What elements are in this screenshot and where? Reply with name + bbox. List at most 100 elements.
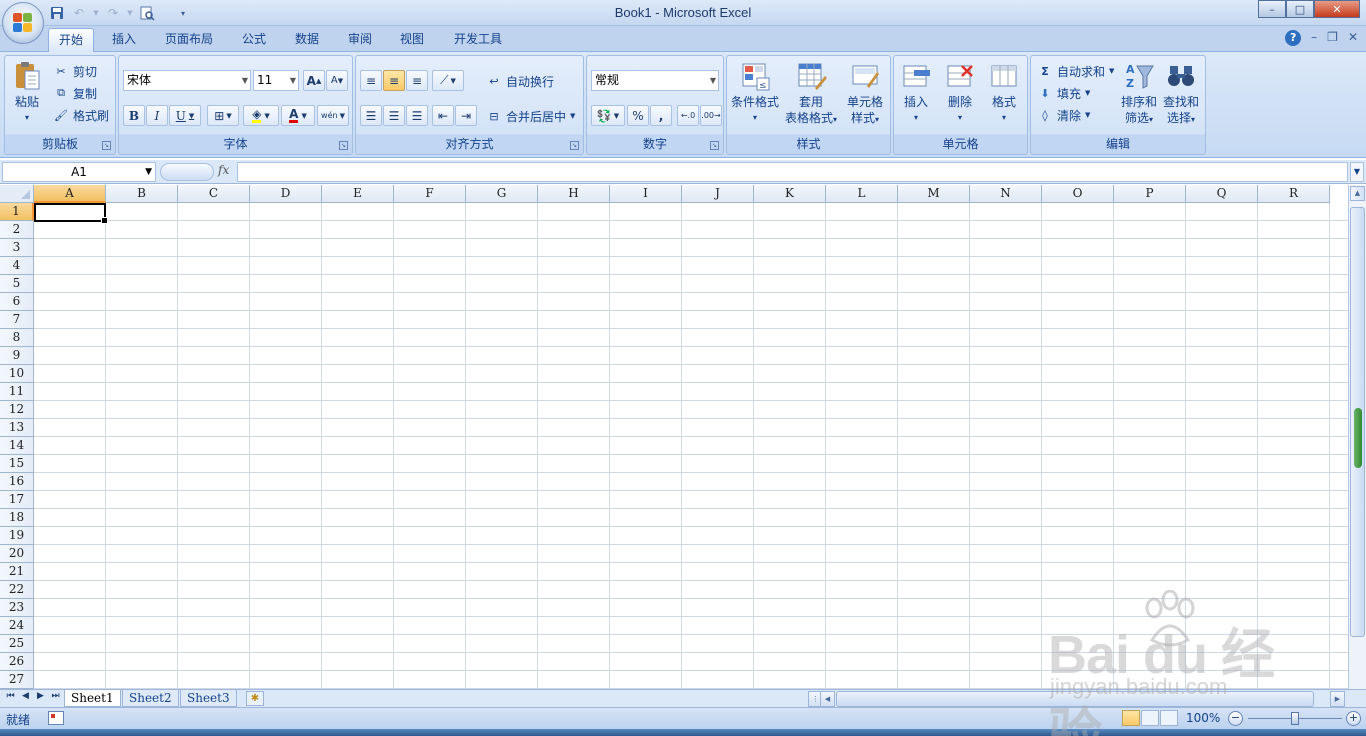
- row-header-3[interactable]: 3: [0, 239, 34, 257]
- sheet-tab-2[interactable]: Sheet2: [122, 690, 179, 707]
- page-break-view-button[interactable]: [1160, 710, 1178, 726]
- insert-function-button[interactable]: fx: [218, 163, 229, 177]
- office-button[interactable]: [2, 2, 44, 44]
- column-header-i[interactable]: I: [610, 185, 682, 203]
- italic-button[interactable]: I: [146, 105, 168, 126]
- bold-button[interactable]: B: [123, 105, 145, 126]
- maximize-button[interactable]: □: [1286, 0, 1314, 18]
- name-box[interactable]: A1 ▼: [2, 162, 156, 182]
- row-header-24[interactable]: 24: [0, 617, 34, 635]
- column-header-d[interactable]: D: [250, 185, 322, 203]
- row-header-25[interactable]: 25: [0, 635, 34, 653]
- font-launcher-icon[interactable]: ↘: [339, 141, 348, 150]
- phonetic-button[interactable]: wén ▼: [317, 105, 349, 126]
- insert-cells-button[interactable]: 插入 ▾: [900, 60, 932, 126]
- horizontal-scroll-thumb[interactable]: [836, 691, 1314, 707]
- clipboard-launcher-icon[interactable]: ↘: [102, 141, 111, 150]
- grow-font-button[interactable]: A ▲: [303, 70, 325, 91]
- column-header-m[interactable]: M: [898, 185, 970, 203]
- normal-view-button[interactable]: [1122, 710, 1140, 726]
- alignment-launcher-icon[interactable]: ↘: [570, 141, 579, 150]
- borders-button[interactable]: ⊞ ▼: [207, 105, 239, 126]
- format-painter-button[interactable]: 🖌 格式刷: [53, 105, 109, 125]
- column-header-r[interactable]: R: [1258, 185, 1330, 203]
- align-middle-button[interactable]: ≡: [383, 70, 405, 91]
- first-sheet-icon[interactable]: ⏮: [4, 691, 17, 701]
- row-header-1[interactable]: 1: [0, 203, 34, 221]
- row-header-8[interactable]: 8: [0, 329, 34, 347]
- fill-color-button[interactable]: ◈ ▼: [243, 105, 279, 126]
- autosum-button[interactable]: Σ 自动求和 ▼: [1037, 61, 1114, 81]
- font-name-combo[interactable]: 宋体 ▼: [123, 70, 251, 91]
- minimize-button[interactable]: –: [1258, 0, 1286, 18]
- zoom-out-icon[interactable]: −: [1228, 711, 1243, 726]
- zoom-in-icon[interactable]: +: [1346, 711, 1361, 726]
- column-header-g[interactable]: G: [466, 185, 538, 203]
- tab-data[interactable]: 数据: [285, 28, 329, 52]
- cell-styles-button[interactable]: 单元格 样式▾: [847, 60, 883, 128]
- row-header-16[interactable]: 16: [0, 473, 34, 491]
- column-header-c[interactable]: C: [178, 185, 250, 203]
- close-button[interactable]: ✕: [1314, 0, 1360, 18]
- conditional-format-button[interactable]: ≤ 条件格式 ▾: [731, 60, 779, 126]
- sort-filter-button[interactable]: AZ 排序和 筛选▾: [1121, 60, 1157, 128]
- row-header-11[interactable]: 11: [0, 383, 34, 401]
- wrap-text-button[interactable]: ↩ 自动换行: [486, 71, 554, 91]
- increase-indent-button[interactable]: ⇥: [455, 105, 477, 126]
- row-header-21[interactable]: 21: [0, 563, 34, 581]
- orientation-button[interactable]: ⟋ ▼: [432, 70, 464, 91]
- row-header-18[interactable]: 18: [0, 509, 34, 527]
- row-header-22[interactable]: 22: [0, 581, 34, 599]
- row-header-20[interactable]: 20: [0, 545, 34, 563]
- column-header-h[interactable]: H: [538, 185, 610, 203]
- column-header-o[interactable]: O: [1042, 185, 1114, 203]
- column-header-k[interactable]: K: [754, 185, 826, 203]
- prev-sheet-icon[interactable]: ◀: [19, 691, 32, 701]
- row-header-13[interactable]: 13: [0, 419, 34, 437]
- active-cell-a1[interactable]: [34, 203, 108, 224]
- tab-developer[interactable]: 开发工具: [444, 28, 512, 52]
- paste-button[interactable]: 粘贴 ▾: [11, 60, 43, 126]
- font-color-button[interactable]: A ▼: [281, 105, 315, 126]
- column-header-l[interactable]: L: [826, 185, 898, 203]
- sheet-tab-1[interactable]: Sheet1: [64, 690, 121, 707]
- number-format-combo[interactable]: 常规 ▼: [591, 70, 719, 91]
- scroll-up-icon[interactable]: ▲: [1350, 186, 1365, 201]
- tab-view[interactable]: 视图: [390, 28, 434, 52]
- align-left-button[interactable]: ☰: [360, 105, 382, 126]
- column-header-a[interactable]: A: [34, 185, 106, 203]
- row-header-12[interactable]: 12: [0, 401, 34, 419]
- column-header-q[interactable]: Q: [1186, 185, 1258, 203]
- row-header-9[interactable]: 9: [0, 347, 34, 365]
- ribbon-close-icon[interactable]: ✕: [1348, 30, 1358, 46]
- row-header-5[interactable]: 5: [0, 275, 34, 293]
- copy-button[interactable]: ⧉ 复制: [53, 83, 97, 103]
- row-header-10[interactable]: 10: [0, 365, 34, 383]
- format-as-table-button[interactable]: 套用 表格格式▾: [785, 60, 837, 128]
- tab-home[interactable]: 开始: [48, 28, 95, 52]
- row-header-26[interactable]: 26: [0, 653, 34, 671]
- worksheet-grid[interactable]: A B C D E F G H I J K L M N O P Q R 1 2 3 4 5 6 7 8 9 10 11 12 13 14 15 1…: [0, 185, 1348, 689]
- column-header-e[interactable]: E: [322, 185, 394, 203]
- underline-button[interactable]: U ▼: [169, 105, 201, 126]
- row-header-4[interactable]: 4: [0, 257, 34, 275]
- help-icon[interactable]: ?: [1285, 30, 1302, 46]
- delete-cells-button[interactable]: 删除 ▾: [944, 60, 976, 126]
- row-header-19[interactable]: 19: [0, 527, 34, 545]
- expand-formula-bar-icon[interactable]: ▼: [1350, 162, 1364, 182]
- macro-record-icon[interactable]: [48, 711, 64, 725]
- zoom-slider[interactable]: [1291, 712, 1299, 725]
- format-cells-button[interactable]: 格式 ▾: [988, 60, 1020, 126]
- align-top-button[interactable]: ≡: [360, 70, 382, 91]
- row-header-27[interactable]: 27: [0, 671, 34, 689]
- merge-center-button[interactable]: ⊟ 合并后居中 ▼: [486, 106, 575, 126]
- comma-button[interactable]: ,: [650, 105, 672, 126]
- shrink-font-button[interactable]: A ▼: [326, 70, 348, 91]
- fill-button[interactable]: ⬇ 填充 ▼: [1037, 83, 1090, 103]
- row-header-17[interactable]: 17: [0, 491, 34, 509]
- scroll-right-icon[interactable]: ▶: [1330, 691, 1345, 707]
- align-right-button[interactable]: ☰: [406, 105, 428, 126]
- tab-page-layout[interactable]: 页面布局: [155, 28, 223, 52]
- vertical-scroll-thumb[interactable]: [1350, 207, 1365, 637]
- decrease-decimal-button[interactable]: .00→: [700, 105, 722, 126]
